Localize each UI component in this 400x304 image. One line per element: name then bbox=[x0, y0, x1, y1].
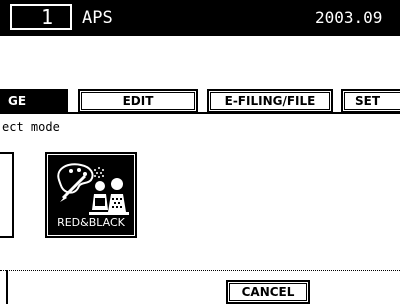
date-display: 2003.09 bbox=[315, 8, 383, 27]
paper-mode: APS bbox=[82, 8, 113, 28]
status-header: 1 APS 2003.09 bbox=[0, 0, 400, 36]
tab-e-filing[interactable]: E-FILING/FILE bbox=[207, 89, 333, 113]
cancel-button[interactable]: CANCEL bbox=[226, 280, 310, 304]
red-black-label: RED&BLACK bbox=[57, 216, 125, 229]
footer-divider bbox=[0, 270, 400, 271]
tab-divider bbox=[0, 112, 400, 114]
left-edge-line bbox=[6, 270, 8, 304]
instruction-text: ect mode bbox=[2, 120, 60, 134]
red-black-button[interactable]: RED&BLACK bbox=[45, 152, 137, 238]
tab-edit[interactable]: EDIT bbox=[78, 89, 198, 113]
red-black-icon bbox=[57, 163, 129, 215]
tab-set[interactable]: SET bbox=[341, 89, 400, 113]
copy-count: 1 bbox=[40, 5, 54, 29]
mode-button-partial[interactable] bbox=[0, 152, 14, 238]
tab-image[interactable]: GE bbox=[0, 89, 71, 113]
copy-count-box: 1 bbox=[10, 4, 72, 30]
